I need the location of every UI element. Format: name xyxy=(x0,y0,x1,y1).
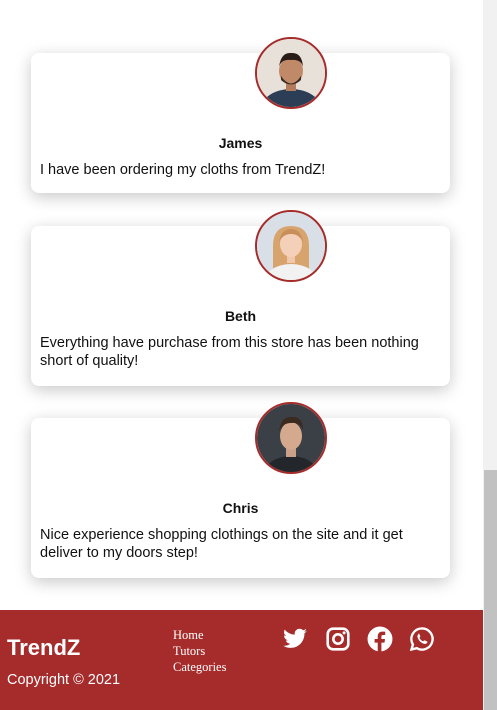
testimonial-text: Everything have purchase from this store… xyxy=(40,335,419,369)
avatar-chris xyxy=(255,402,327,474)
twitter-icon[interactable] xyxy=(282,626,308,652)
footer-link-tutors[interactable]: Tutors xyxy=(173,643,226,659)
testimonial-name: Chris xyxy=(222,500,259,516)
page: James I have been ordering my cloths fro… xyxy=(0,0,497,710)
facebook-icon[interactable] xyxy=(367,626,393,652)
testimonial-name: James xyxy=(218,135,263,151)
testimonial-text: Nice experience shopping clothings on th… xyxy=(40,527,403,561)
footer-nav: Home Tutors Categories xyxy=(173,627,226,675)
testimonial-name: Beth xyxy=(224,308,257,324)
footer-link-categories[interactable]: Categories xyxy=(173,659,226,675)
footer: TrendZ Copyright © 2021 Home Tutors Cate… xyxy=(0,610,483,710)
footer-brand[interactable]: TrendZ xyxy=(7,635,80,661)
scrollbar-thumb[interactable] xyxy=(484,470,497,710)
whatsapp-icon[interactable] xyxy=(409,626,435,652)
avatar-beth xyxy=(255,210,327,282)
footer-link-home[interactable]: Home xyxy=(173,627,226,643)
instagram-icon[interactable] xyxy=(325,626,351,652)
copyright-text: Copyright © 2021 xyxy=(7,672,121,688)
testimonial-text: I have been ordering my cloths from Tren… xyxy=(40,162,326,178)
avatar-james xyxy=(255,37,327,109)
